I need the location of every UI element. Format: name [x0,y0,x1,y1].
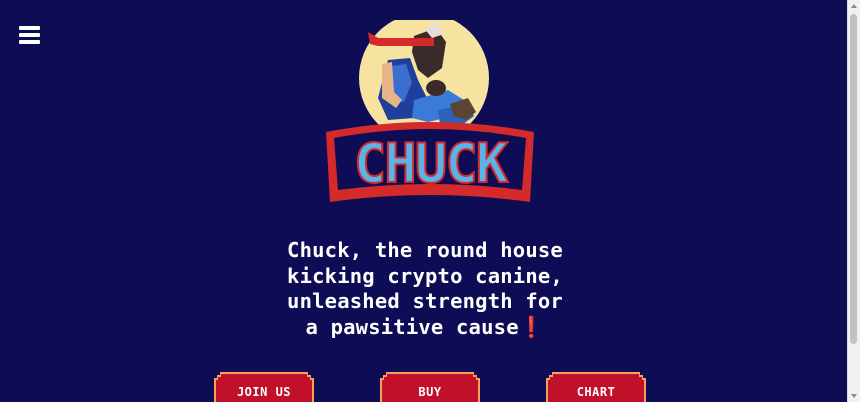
hamburger-menu-icon[interactable] [19,26,40,45]
page: CHUCK Chuck, the round house kicking cry… [0,0,860,402]
scroll-up-arrow-icon[interactable] [851,4,857,8]
chart-label: CHART [576,385,616,399]
chuck-logo: CHUCK [318,13,542,210]
tagline-line: Chuck, the round house [287,238,563,262]
chuck-logo-graphic: CHUCK [326,13,534,202]
tagline-line: unleashed strength for [287,289,563,313]
join-us-button[interactable]: JOIN US [214,372,314,402]
menu-bar [19,26,40,30]
scroll-down-arrow-icon[interactable] [851,394,857,398]
menu-bar [19,40,40,44]
chart-button[interactable]: CHART [546,372,646,402]
buy-label: BUY [418,385,442,399]
tagline-line: kicking crypto canine, [287,263,563,288]
scrollbar-thumb[interactable] [850,14,857,344]
vertical-scrollbar[interactable] [847,0,860,402]
join-us-label: JOIN US [236,385,292,399]
hero-tagline: Chuck, the round house kicking crypto ca… [250,238,600,340]
menu-bar [19,33,40,37]
logo-text: CHUCK [354,132,509,195]
tagline-line: a pawsitive cause❗ [305,314,545,339]
buy-button[interactable]: BUY [380,372,480,402]
